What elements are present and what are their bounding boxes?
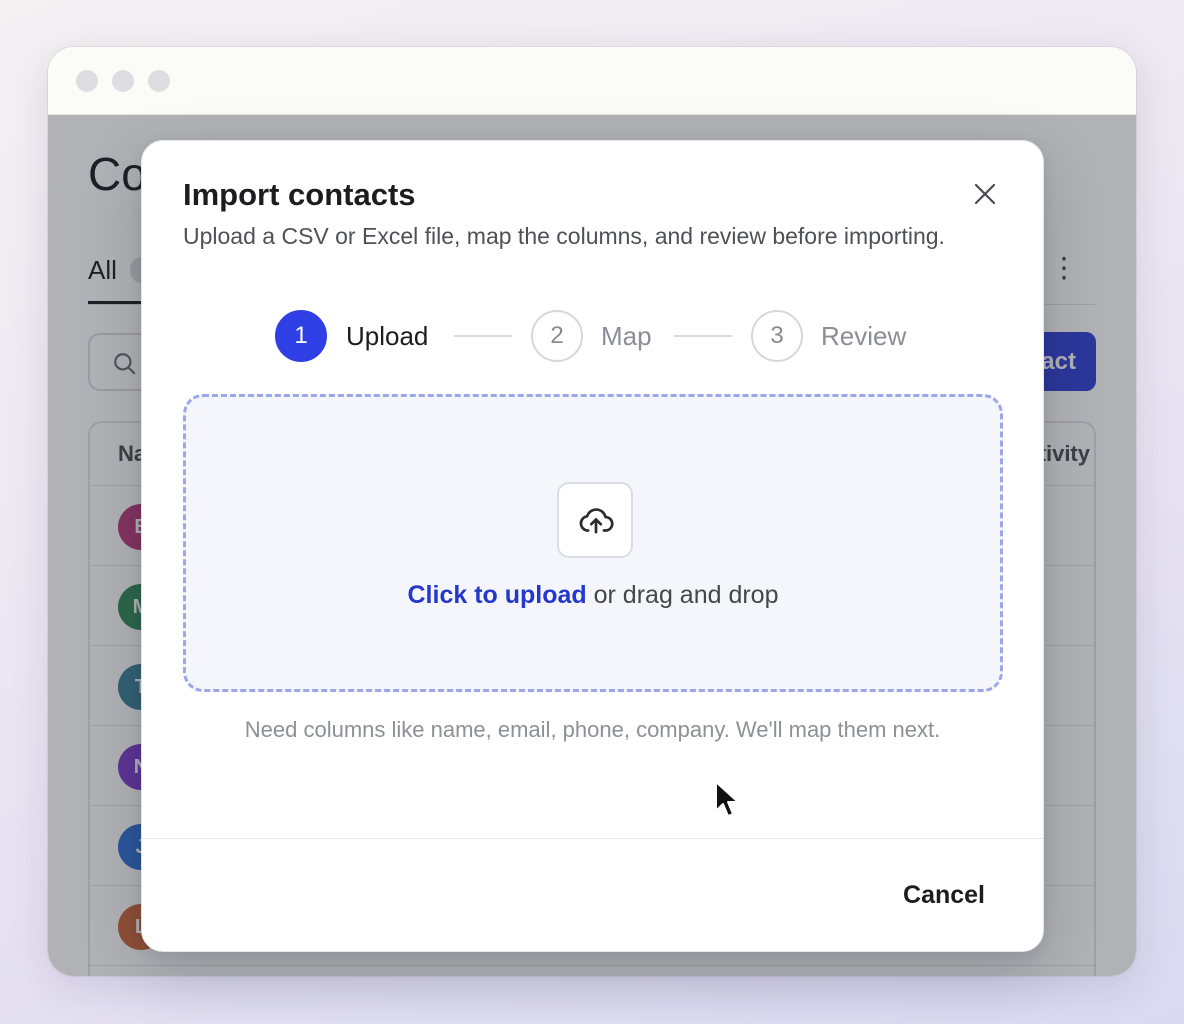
step-1-label: Upload — [346, 321, 429, 351]
step-3-indicator: 3 — [751, 310, 803, 362]
window-close-dot[interactable] — [76, 70, 98, 92]
file-dropzone[interactable]: Click to upload or drag and drop — [183, 394, 1003, 692]
click-to-upload-link[interactable]: Click to upload — [408, 581, 587, 609]
import-contacts-dialog: Import contacts Upload a CSV or Excel fi… — [141, 140, 1044, 952]
window-minimize-dot[interactable] — [112, 70, 134, 92]
step-2-indicator: 2 — [531, 310, 583, 362]
step-1-indicator: 1 — [275, 310, 327, 362]
close-button[interactable] — [970, 179, 1000, 209]
dropzone-text: Click to upload or drag and drop — [186, 579, 1000, 611]
column-hint: Need columns like name, email, phone, co… — [244, 717, 941, 742]
close-icon — [974, 183, 996, 205]
dialog-title: Import contacts — [183, 177, 416, 212]
step-connector — [674, 335, 732, 337]
cloud-upload-icon — [579, 508, 614, 534]
mouse-cursor-icon — [715, 781, 739, 817]
window-titlebar — [48, 47, 1136, 115]
step-connector — [454, 335, 512, 337]
cancel-button[interactable]: Cancel — [903, 881, 985, 910]
dialog-subtitle: Upload a CSV or Excel file, map the colu… — [183, 223, 945, 249]
upload-icon-button[interactable] — [557, 482, 633, 558]
drag-drop-text: or drag and drop — [586, 581, 779, 609]
dialog-footer-divider — [142, 838, 1043, 839]
step-2-label: Map — [601, 321, 652, 351]
step-3-label: Review — [821, 321, 907, 351]
window-zoom-dot[interactable] — [148, 70, 170, 92]
